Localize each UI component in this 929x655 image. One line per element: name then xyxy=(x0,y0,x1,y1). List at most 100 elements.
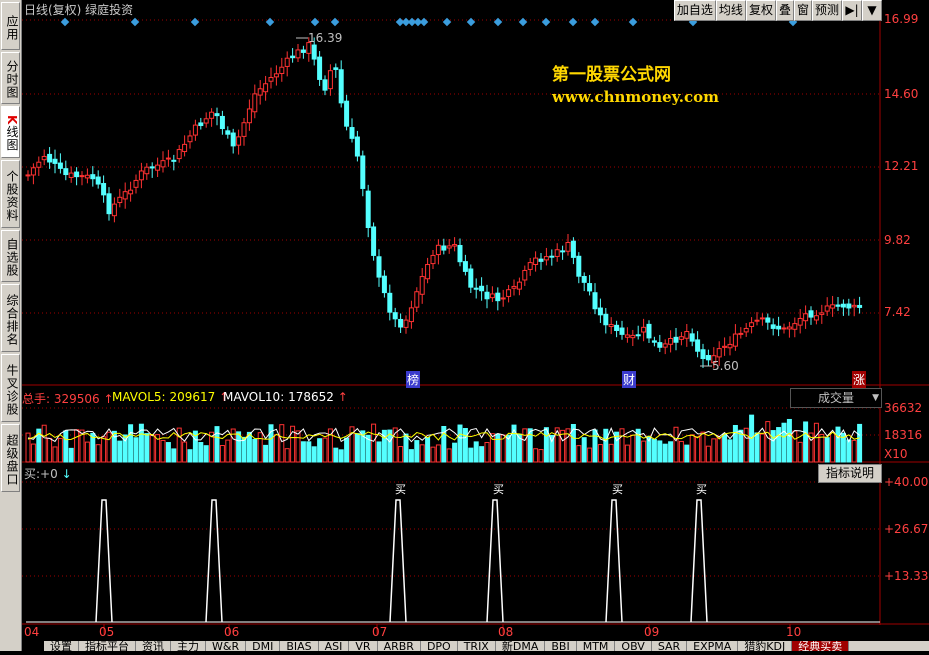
chevron-down-icon[interactable]: ▼ xyxy=(862,0,882,21)
date-axis-label: 04 xyxy=(24,625,40,639)
indicator-tab[interactable]: ASI xyxy=(319,641,350,651)
volume-bar xyxy=(792,430,798,463)
window-button[interactable]: 窗 xyxy=(793,0,812,21)
volume-bar xyxy=(570,423,576,463)
sidebar-tab-profile[interactable]: 个股资料 xyxy=(1,160,20,228)
volume-indicator-select[interactable]: 成交量 ▼ xyxy=(790,388,882,408)
indicator-tab[interactable]: BIAS xyxy=(280,641,319,651)
overlay-button[interactable]: 叠 xyxy=(775,0,794,21)
volume-bar xyxy=(263,444,269,463)
event-marker-finance[interactable]: 财 xyxy=(622,371,637,388)
indicator-tab[interactable]: 指标平台 xyxy=(79,641,136,651)
indicator-tab[interactable]: OBV xyxy=(615,641,652,651)
volume-bar xyxy=(776,427,782,463)
price-axis-label: 16.99 xyxy=(884,12,919,26)
date-axis-label: 06 xyxy=(224,625,240,639)
volume-bar xyxy=(376,441,382,463)
volume-bar xyxy=(786,418,792,463)
sidebar-tab-kline[interactable]: K线图 xyxy=(1,106,20,158)
sidebar-tab-apps[interactable]: 应用 xyxy=(1,2,20,50)
candle-body xyxy=(576,255,582,277)
candle-body xyxy=(349,127,355,139)
volume-bar xyxy=(311,446,317,463)
candle-body xyxy=(489,293,495,299)
candle-body xyxy=(635,334,641,337)
candle-body xyxy=(354,136,360,157)
volume-bar xyxy=(732,424,738,463)
add-watchlist-button[interactable]: 加自选 xyxy=(673,0,716,21)
sidebar-tab-timeshare[interactable]: 分时图 xyxy=(1,52,20,104)
sidebar-tab-diagnosis[interactable]: 牛叉诊股 xyxy=(1,354,20,422)
sidebar-tab-watchlist[interactable]: 自选股 xyxy=(1,230,20,282)
volume-bar xyxy=(317,438,323,463)
candle-body xyxy=(743,327,749,333)
candle-body xyxy=(857,304,863,308)
indicator-tab[interactable]: EXPMA xyxy=(687,641,739,651)
event-marker-limit-up[interactable]: 涨 xyxy=(852,371,867,388)
volume-bar xyxy=(354,433,360,463)
candle-body xyxy=(830,304,836,309)
indicator-tab[interactable]: 经典买卖 xyxy=(792,641,850,651)
indicator-tab[interactable]: 新DMA xyxy=(496,641,546,651)
indicator-tab[interactable]: ARBR xyxy=(378,641,421,651)
candle-body xyxy=(538,258,544,262)
volume-bar xyxy=(678,440,684,463)
volume-bar xyxy=(803,421,809,463)
indicator-tab[interactable]: TRIX xyxy=(458,641,496,651)
adjust-price-button[interactable]: 复权 xyxy=(745,0,776,21)
candle-body xyxy=(835,304,841,307)
price-axis-label: 7.42 xyxy=(884,305,911,319)
event-marker-ranking[interactable]: 榜 xyxy=(406,371,421,388)
indicator-tab[interactable]: 设置 xyxy=(44,641,79,651)
volume-bar xyxy=(300,441,306,463)
indicator-tab[interactable]: BBI xyxy=(545,641,577,651)
sidebar-tab-label: 自选股 xyxy=(5,238,19,277)
volume-bar xyxy=(711,438,717,463)
volume-bar xyxy=(187,449,193,463)
candle-body xyxy=(241,122,247,137)
candle-body xyxy=(824,305,830,312)
candle-body xyxy=(25,174,31,177)
candle-body xyxy=(684,331,690,339)
indicator-tab[interactable]: 资讯 xyxy=(136,641,171,651)
date-axis-label: 07 xyxy=(372,625,388,639)
candle-body xyxy=(511,285,517,289)
volume-bar xyxy=(857,423,863,463)
candle-body xyxy=(133,179,139,188)
moving-average-button[interactable]: 均线 xyxy=(715,0,746,21)
volume-bar xyxy=(149,434,155,463)
volume-bar xyxy=(495,433,501,463)
candle-body xyxy=(479,285,485,292)
indicator-tab[interactable]: W&R xyxy=(206,641,247,651)
volume-bar xyxy=(333,447,339,463)
event-marker-diamond xyxy=(628,17,638,27)
volume-bar xyxy=(435,444,441,463)
candle-body xyxy=(219,115,225,130)
event-marker-diamond xyxy=(466,17,476,27)
low-price-annotation: 5.60 xyxy=(712,359,739,373)
candle-body xyxy=(749,322,755,327)
sidebar-tab-orderbook[interactable]: 超级盘口 xyxy=(1,424,20,492)
indicator-tab[interactable]: 主力 xyxy=(171,641,206,651)
indicator-help-button[interactable]: 指标说明 xyxy=(818,464,882,483)
volume-bar xyxy=(522,428,528,463)
indicator-tab[interactable]: VR xyxy=(349,641,378,651)
expand-icon[interactable]: ▶| xyxy=(842,0,862,21)
candle-body xyxy=(74,171,80,178)
event-marker-diamond xyxy=(518,17,528,27)
candle-body xyxy=(187,135,193,143)
candle-body xyxy=(630,334,636,339)
candle-body xyxy=(452,244,458,247)
candle-body xyxy=(273,73,279,78)
indicator-tab[interactable]: DPO xyxy=(421,641,458,651)
volume-bar xyxy=(68,447,74,463)
indicator-tab[interactable]: MTM xyxy=(577,641,616,651)
candle-body xyxy=(279,66,285,74)
volume-bar xyxy=(846,439,852,463)
indicator-tab[interactable]: DMI xyxy=(246,641,281,651)
sidebar-tab-ranking[interactable]: 综合排名 xyxy=(1,284,20,352)
forecast-button[interactable]: 预测 xyxy=(811,0,842,21)
indicator-tab[interactable]: 猎豹KDJ xyxy=(738,641,793,651)
candle-body xyxy=(473,287,479,290)
indicator-tab[interactable]: SAR xyxy=(652,641,688,651)
